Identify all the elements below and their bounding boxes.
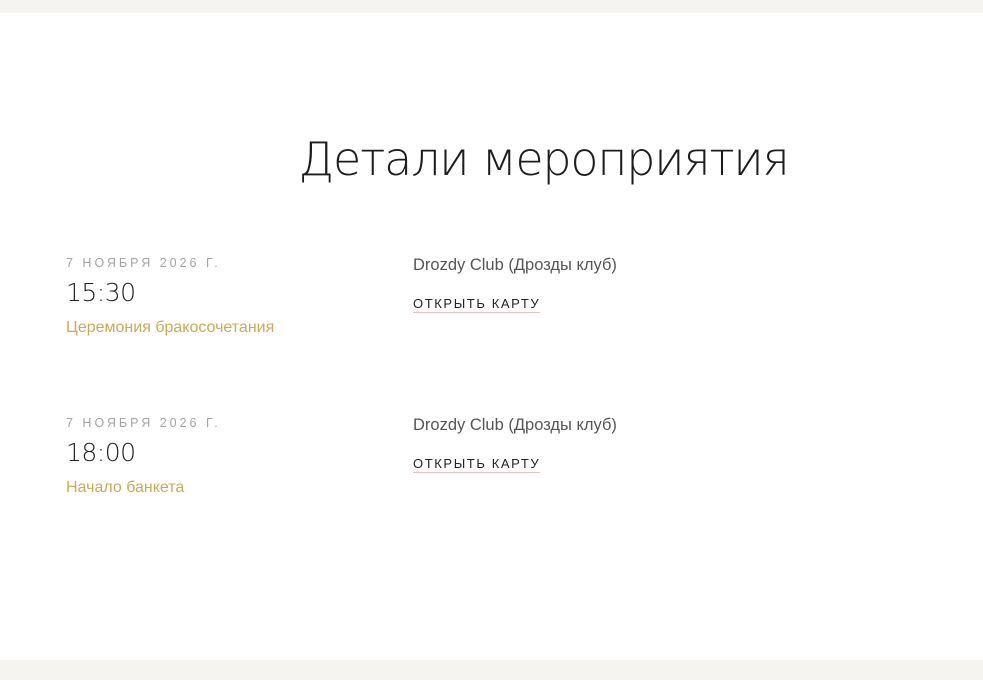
top-page-band [0,0,983,13]
event-venue: Drozdy Club (Дрозды клуб) [413,416,617,434]
event-time: 18:00 [66,438,136,467]
event-venue: Drozdy Club (Дрозды клуб) [413,256,617,274]
event-name: Церемония бракосочетания [66,319,275,336]
event-date: 7 НОЯБРЯ 2026 Г. [66,416,221,430]
open-map-link[interactable]: ОТКРЫТЬ КАРТУ [413,296,541,313]
open-map-link[interactable]: ОТКРЫТЬ КАРТУ [413,456,541,473]
event-item-ceremony: 7 НОЯБРЯ 2026 Г. 15:30 Церемония бракосо… [66,256,916,356]
page-title: Детали мероприятия [298,132,789,186]
event-item-banquet: 7 НОЯБРЯ 2026 Г. 18:00 Начало банкета Dr… [66,416,916,516]
event-name: Начало банкета [66,479,185,496]
event-date: 7 НОЯБРЯ 2026 Г. [66,256,221,270]
event-time: 15:30 [66,278,136,307]
bottom-page-band [0,660,983,680]
